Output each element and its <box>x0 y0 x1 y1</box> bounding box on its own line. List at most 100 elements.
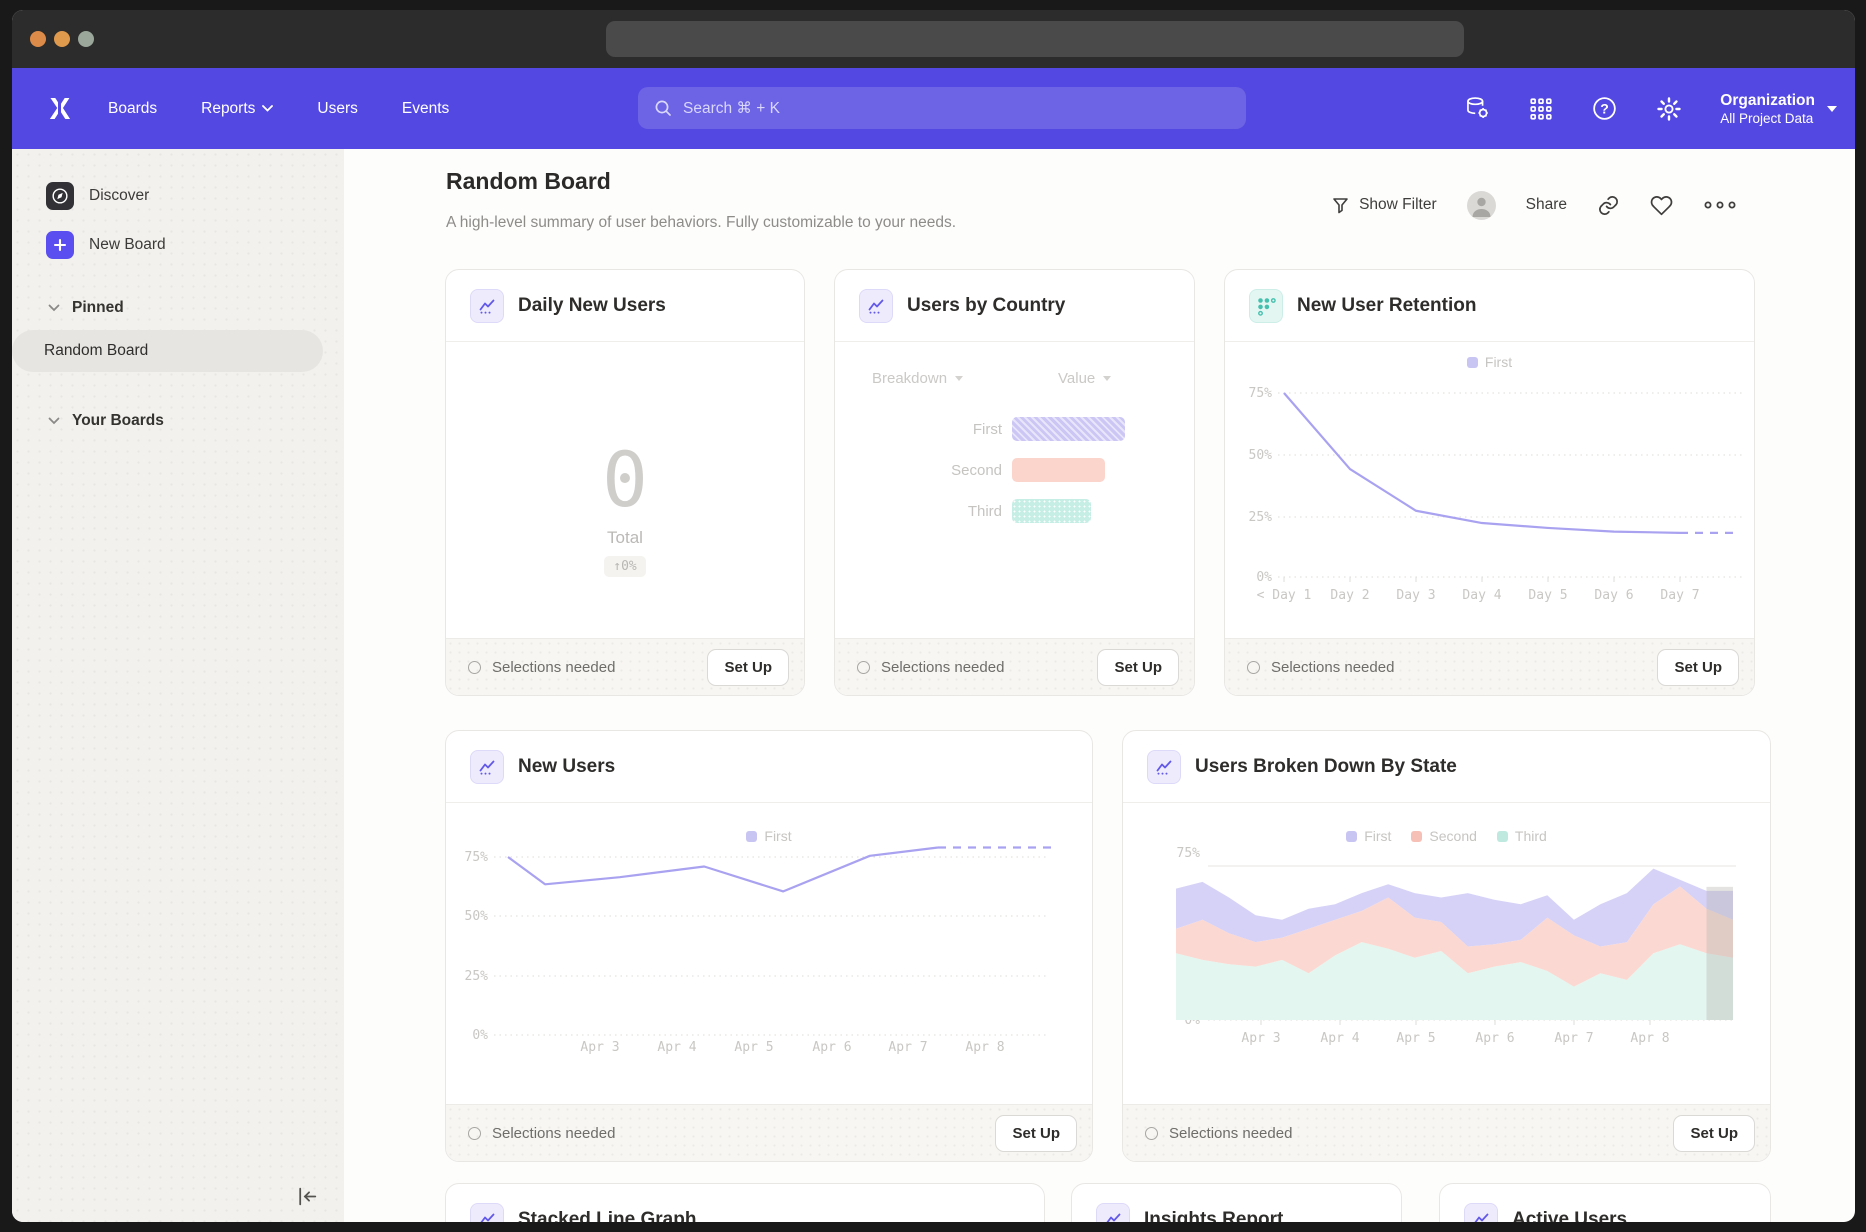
line-chart-icon <box>470 750 504 784</box>
svg-text:Apr 4: Apr 4 <box>1320 1031 1359 1046</box>
sidebar-item-discover[interactable]: Discover <box>46 182 149 210</box>
svg-text:Day 4: Day 4 <box>1462 588 1501 603</box>
svg-text:Apr 5: Apr 5 <box>734 1040 773 1055</box>
more-options-icon[interactable] <box>1703 199 1737 211</box>
mixpanel-logo-icon[interactable]: X <box>45 92 75 126</box>
card-title: New Users <box>518 756 615 778</box>
legend-swatch-first <box>1467 357 1478 368</box>
search-input[interactable]: Search ⌘ + K <box>638 87 1246 129</box>
line-chart-icon <box>470 1203 504 1223</box>
line-chart-icon <box>1096 1203 1130 1223</box>
svg-text:25%: 25% <box>1249 510 1273 525</box>
chevron-down-icon <box>48 304 60 312</box>
svg-text:25%: 25% <box>465 969 489 984</box>
plus-icon <box>46 231 74 259</box>
svg-text:Day 5: Day 5 <box>1528 588 1567 603</box>
card-footer: Selections needed Set Up <box>1225 638 1754 695</box>
retention-line-chart: 75%50%25%0%< Day 1Day 2Day 3Day 4Day 5Da… <box>1236 380 1756 610</box>
card-title: Daily New Users <box>518 295 666 317</box>
card-stacked-line-graph: Stacked Line Graph <box>445 1183 1045 1222</box>
sidebar-section-your-boards[interactable]: Your Boards <box>48 412 164 430</box>
svg-text:< Day 1: < Day 1 <box>1257 588 1312 603</box>
svg-text:0%: 0% <box>472 1028 488 1043</box>
svg-text:50%: 50% <box>465 909 489 924</box>
svg-text:75%: 75% <box>465 850 489 865</box>
bar-label: First <box>872 421 1002 438</box>
svg-text:Apr 4: Apr 4 <box>657 1040 696 1055</box>
set-up-button[interactable]: Set Up <box>1673 1115 1755 1152</box>
card-users-by-country: Users by Country Selections needed Set U… <box>834 269 1195 696</box>
svg-text:Apr 8: Apr 8 <box>1630 1031 1669 1046</box>
sidebar-item-random-board[interactable]: Random Board <box>12 330 323 372</box>
favorite-heart-icon[interactable] <box>1650 194 1673 217</box>
card-footer: Selections needed Set Up <box>835 638 1194 695</box>
svg-text:50%: 50% <box>1249 448 1273 463</box>
traffic-light-minimize[interactable] <box>54 31 70 47</box>
svg-text:0%: 0% <box>1256 570 1272 585</box>
empty-circle-icon <box>1247 661 1260 674</box>
card-title: Stacked Line Graph <box>518 1209 696 1223</box>
collapse-sidebar-icon[interactable] <box>295 1184 320 1209</box>
card-title: Active Users <box>1512 1209 1627 1223</box>
sidebar-item-new-board[interactable]: New Board <box>46 231 166 259</box>
sidebar-section-pinned[interactable]: Pinned <box>48 299 124 317</box>
card-insights-report: Insights Report <box>1071 1183 1402 1222</box>
svg-text:Apr 3: Apr 3 <box>1241 1031 1280 1046</box>
nav-item-events[interactable]: Events <box>402 100 449 118</box>
bar-label: Third <box>872 503 1002 520</box>
nav-item-reports[interactable]: Reports <box>201 100 273 118</box>
status-text: Selections needed <box>1145 1125 1673 1142</box>
line-chart-icon <box>1464 1203 1498 1223</box>
delta-badge: ↑0% <box>604 556 645 577</box>
svg-text:Day 3: Day 3 <box>1396 588 1435 603</box>
settings-gear-icon[interactable] <box>1655 95 1683 123</box>
line-chart-icon <box>859 289 893 323</box>
breakdown-dropdown[interactable]: Breakdown <box>872 370 963 387</box>
traffic-light-close[interactable] <box>30 31 46 47</box>
chevron-down-icon <box>955 376 963 381</box>
empty-circle-icon <box>857 661 870 674</box>
status-text: Selections needed <box>468 659 707 676</box>
svg-text:Apr 3: Apr 3 <box>580 1040 619 1055</box>
set-up-button[interactable]: Set Up <box>1657 649 1739 686</box>
metric-label: Total <box>445 528 805 548</box>
legend-swatch-second <box>1411 831 1422 842</box>
card-title: New User Retention <box>1297 295 1476 317</box>
traffic-light-zoom[interactable] <box>78 31 94 47</box>
retention-grid-icon <box>1249 289 1283 323</box>
card-active-users: Active Users <box>1439 1183 1771 1222</box>
share-button[interactable]: Share <box>1526 196 1567 214</box>
set-up-button[interactable]: Set Up <box>1097 649 1179 686</box>
chevron-down-icon <box>262 105 273 112</box>
status-text: Selections needed <box>857 659 1097 676</box>
search-placeholder: Search ⌘ + K <box>683 99 780 118</box>
avatar[interactable] <box>1467 191 1496 220</box>
help-icon[interactable]: ? <box>1591 95 1618 122</box>
card-footer: Selections needed Set Up <box>1123 1104 1770 1161</box>
card-title: Users Broken Down By State <box>1195 756 1457 778</box>
svg-text:Day 2: Day 2 <box>1330 588 1369 603</box>
chevron-down-icon <box>1103 376 1111 381</box>
nav-item-users[interactable]: Users <box>317 100 357 118</box>
copy-link-icon[interactable] <box>1597 194 1620 217</box>
chevron-down-icon <box>48 417 60 425</box>
svg-text:Apr 6: Apr 6 <box>1475 1031 1514 1046</box>
chevron-down-icon <box>1827 106 1837 112</box>
value-dropdown[interactable]: Value <box>1058 370 1111 387</box>
svg-text:Apr 6: Apr 6 <box>812 1040 851 1055</box>
url-bar[interactable] <box>606 21 1464 57</box>
svg-text:Day 7: Day 7 <box>1660 588 1699 603</box>
new-users-line-chart: 75%50%25%0%Apr 3Apr 4Apr 5Apr 6Apr 7Apr … <box>454 840 1054 1055</box>
apps-grid-icon[interactable] <box>1528 96 1554 122</box>
status-text: Selections needed <box>1247 659 1657 676</box>
show-filter-button[interactable]: Show Filter <box>1332 196 1437 214</box>
set-up-button[interactable]: Set Up <box>995 1115 1077 1152</box>
data-management-icon[interactable] <box>1464 95 1491 122</box>
set-up-button[interactable]: Set Up <box>707 649 789 686</box>
nav-item-boards[interactable]: Boards <box>108 100 157 118</box>
org-switcher[interactable]: Organization All Project Data <box>1720 91 1837 127</box>
svg-text:Apr 8: Apr 8 <box>965 1040 1004 1055</box>
svg-text:?: ? <box>1600 100 1609 116</box>
svg-text:Apr 7: Apr 7 <box>1554 1031 1593 1046</box>
sidebar: Discover New Board Pinned Random Board Y… <box>12 149 344 1222</box>
